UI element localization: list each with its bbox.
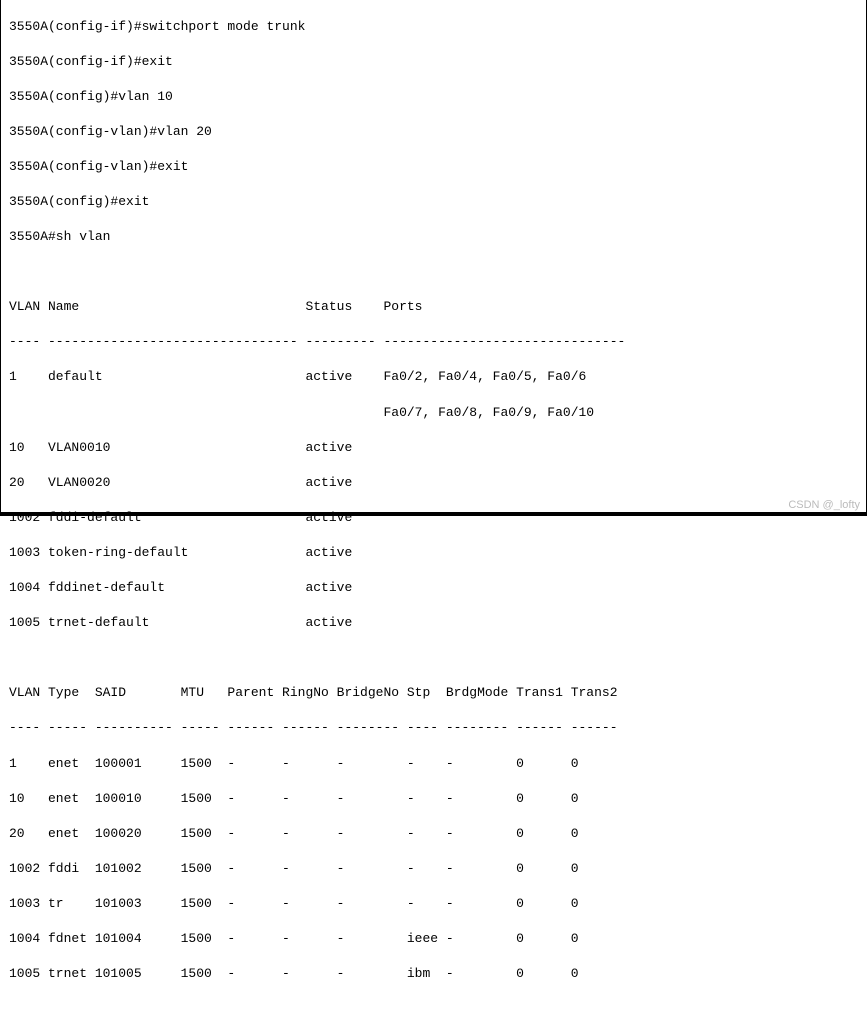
cmd-line: 3550A#sh vlan xyxy=(9,228,858,246)
type-row: 1003 tr 101003 1500 - - - - - 0 0 xyxy=(9,895,858,913)
cmd-line: 3550A(config)#vlan 10 xyxy=(9,88,858,106)
vlan-row: 20 VLAN0020 active xyxy=(9,474,858,492)
cmd-line: 3550A(config-vlan)#vlan 20 xyxy=(9,123,858,141)
cmd-line: 3550A(config-vlan)#exit xyxy=(9,158,858,176)
watermark-text: CSDN @_lofty xyxy=(788,499,860,511)
cmd-line: 3550A(config-if)#exit xyxy=(9,53,858,71)
vlan-row: 1004 fddinet-default active xyxy=(9,579,858,597)
type-row: 10 enet 100010 1500 - - - - - 0 0 xyxy=(9,790,858,808)
vlan-row: Fa0/7, Fa0/8, Fa0/9, Fa0/10 xyxy=(9,404,858,422)
cmd-line: 3550A(config-if)#switchport mode trunk xyxy=(9,18,858,36)
cmd-line: 3550A(config)#exit xyxy=(9,193,858,211)
type-row: 1002 fddi 101002 1500 - - - - - 0 0 xyxy=(9,860,858,878)
type-row: 20 enet 100020 1500 - - - - - 0 0 xyxy=(9,825,858,843)
bottom-border xyxy=(1,512,866,515)
type-row: 1005 trnet 101005 1500 - - - ibm - 0 0 xyxy=(9,965,858,983)
blank-line xyxy=(9,263,858,281)
blank-line xyxy=(9,1000,858,1018)
vlan-table-header: VLAN Name Status Ports xyxy=(9,298,858,316)
type-row: 1 enet 100001 1500 - - - - - 0 0 xyxy=(9,755,858,773)
type-row: 1004 fdnet 101004 1500 - - - ieee - 0 0 xyxy=(9,930,858,948)
vlan-row: 1 default active Fa0/2, Fa0/4, Fa0/5, Fa… xyxy=(9,368,858,386)
vlan-row: 1005 trnet-default active xyxy=(9,614,858,632)
vlan-table-divider: ---- -------------------------------- --… xyxy=(9,333,858,351)
vlan-row: 10 VLAN0010 active xyxy=(9,439,858,457)
blank-line xyxy=(9,649,858,667)
terminal-output: 3550A(config-if)#switchport mode trunk 3… xyxy=(1,0,866,1032)
type-table-header: VLAN Type SAID MTU Parent RingNo BridgeN… xyxy=(9,684,858,702)
type-table-divider: ---- ----- ---------- ----- ------ -----… xyxy=(9,719,858,737)
vlan-row: 1003 token-ring-default active xyxy=(9,544,858,562)
